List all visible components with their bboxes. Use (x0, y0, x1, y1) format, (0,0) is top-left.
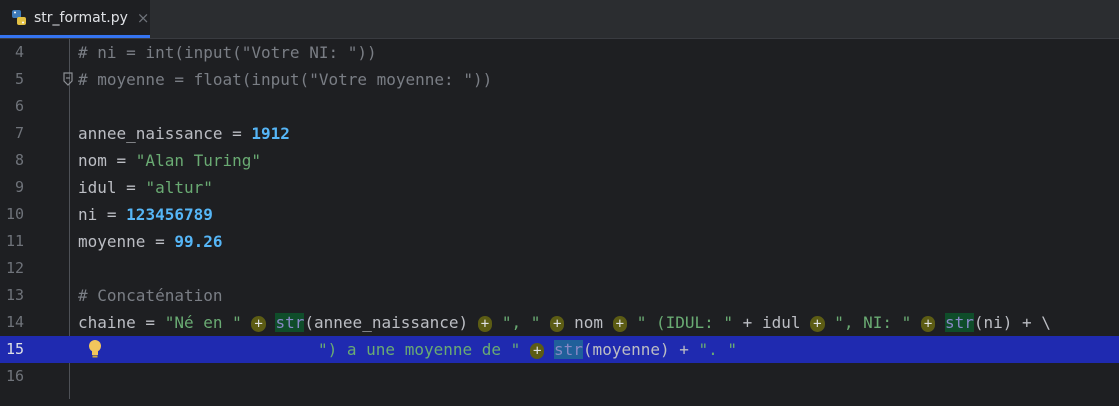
python-file-icon (12, 9, 26, 25)
line-code: nom = "Alan Turing" (78, 151, 262, 170)
line-code: ") a une moyenne de " + str(moyenne) + "… (318, 340, 738, 359)
line-number: 9 (14, 178, 24, 196)
file-tab-title: str_format.py (34, 9, 128, 26)
line-number: 11 (5, 232, 24, 250)
line-number: 8 (14, 151, 24, 169)
file-tab[interactable]: str_format.py × (0, 0, 150, 38)
line-number: 4 (14, 43, 24, 61)
line-number: 10 (5, 205, 24, 223)
line-code: # Concaténation (78, 286, 223, 305)
code-line[interactable]: 11 moyenne = 99.26 (0, 228, 1119, 255)
line-code: ni = 123456789 (78, 205, 213, 224)
line-number: 14 (5, 313, 24, 331)
editor-tab-bar: str_format.py × (0, 0, 1119, 39)
line-code: # ni = int(input("Votre NI: ")) (78, 43, 377, 62)
code-line[interactable]: 9 idul = "altur" (0, 174, 1119, 201)
code-line[interactable]: 6 (0, 93, 1119, 120)
code-line[interactable]: 5 # moyenne = float(input("Votre moyenne… (0, 66, 1119, 93)
lightbulb-icon[interactable] (88, 339, 102, 359)
line-code: # moyenne = float(input("Votre moyenne: … (78, 70, 493, 89)
code-line[interactable]: 14 chaine = "Né en " + str(annee_naissan… (0, 309, 1119, 336)
code-line[interactable]: 7 annee_naissance = 1912 (0, 120, 1119, 147)
line-number: 16 (5, 367, 24, 385)
line-code: moyenne = 99.26 (78, 232, 223, 251)
fold-icon[interactable] (63, 72, 73, 86)
code-line[interactable]: 13 # Concaténation (0, 282, 1119, 309)
line-number: 15 (5, 340, 24, 358)
current-code-line[interactable]: 15 ") a une moyenne de " + str(moyenne) … (0, 336, 1119, 363)
line-number: 7 (14, 124, 24, 142)
code-editor[interactable]: 4 # ni = int(input("Votre NI: ")) 5 # mo… (0, 39, 1119, 406)
line-code: idul = "altur" (78, 178, 213, 197)
code-line[interactable]: 10 ni = 123456789 (0, 201, 1119, 228)
line-number: 13 (5, 286, 24, 304)
line-number: 12 (5, 259, 24, 277)
line-code: chaine = "Né en " + str(annee_naissance)… (78, 313, 1051, 332)
line-number: 6 (14, 97, 24, 115)
code-line[interactable]: 4 # ni = int(input("Votre NI: ")) (0, 39, 1119, 66)
code-line[interactable]: 12 (0, 255, 1119, 282)
close-icon[interactable]: × (137, 9, 150, 27)
code-line[interactable]: 8 nom = "Alan Turing" (0, 147, 1119, 174)
line-number: 5 (14, 70, 24, 88)
code-line[interactable]: 16 (0, 363, 1119, 390)
line-code: annee_naissance = 1912 (78, 124, 290, 143)
